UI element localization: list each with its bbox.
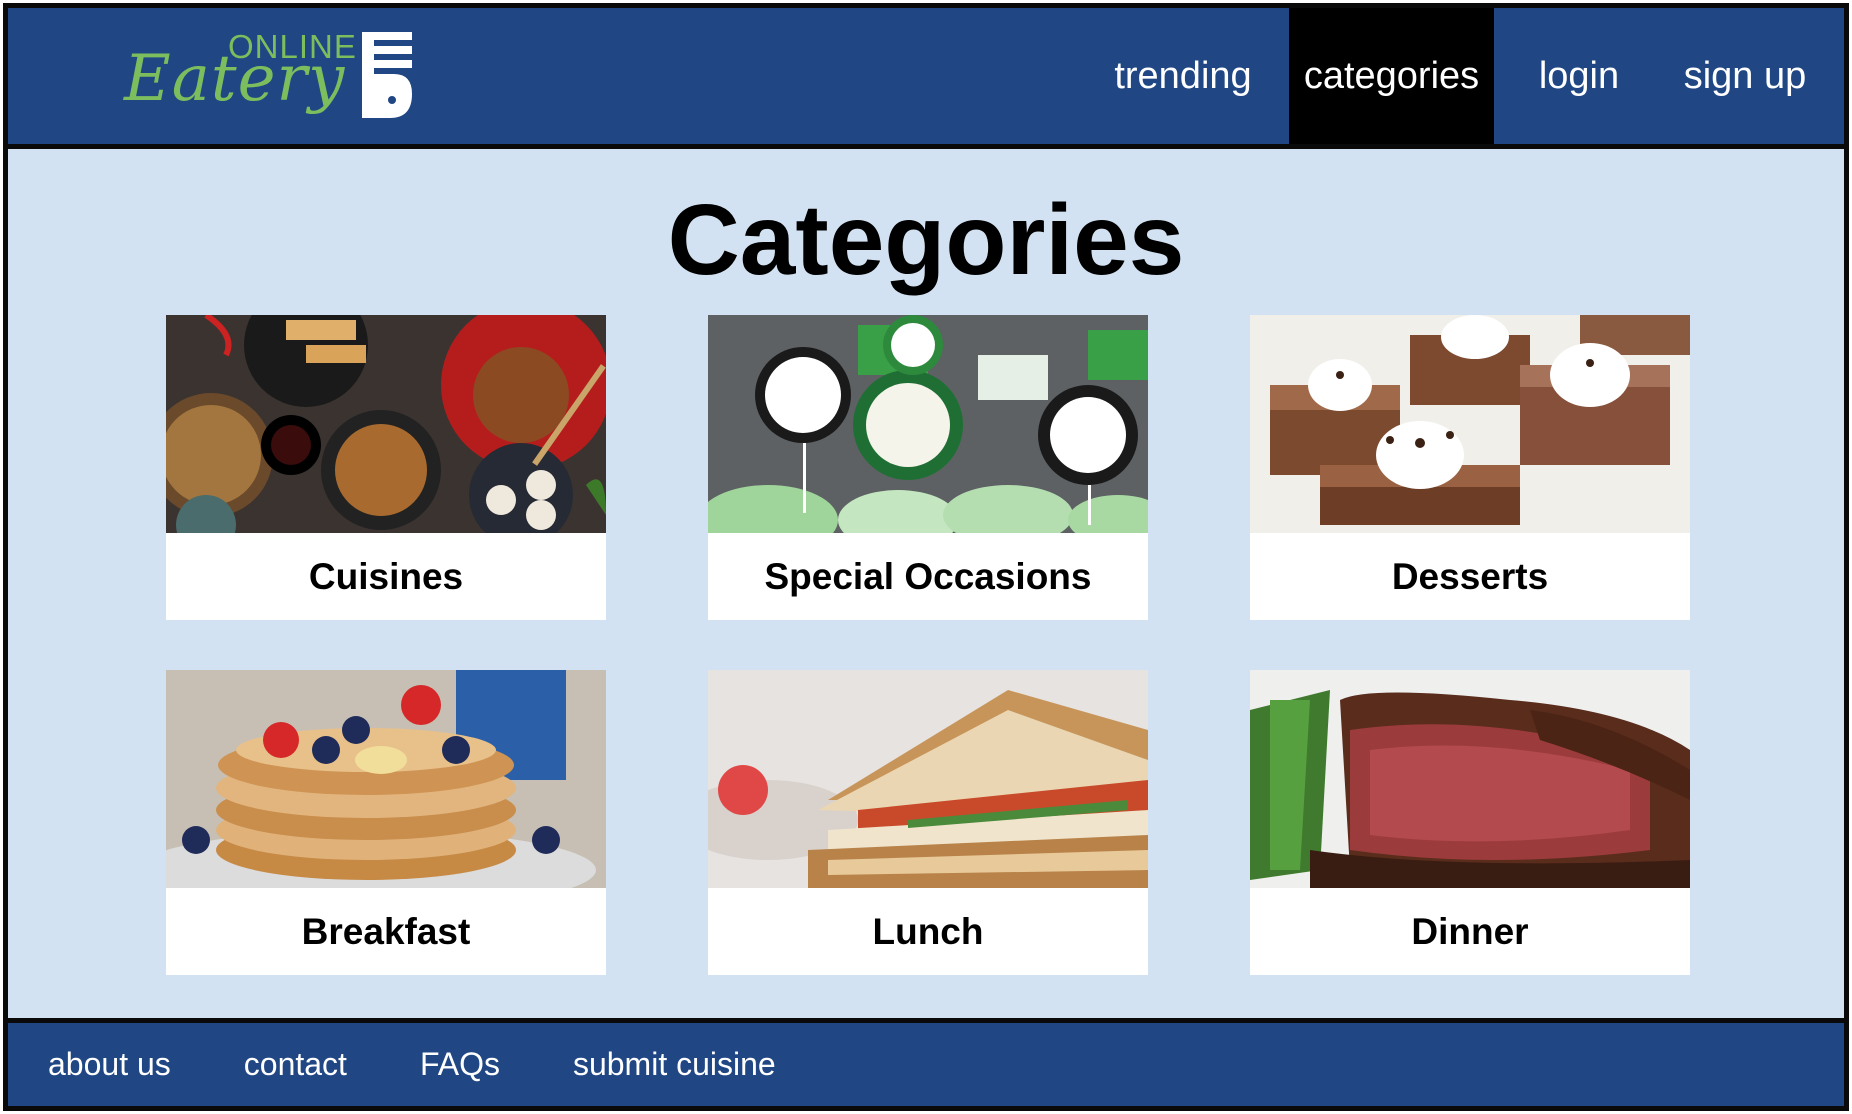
cuisines-image	[166, 315, 606, 533]
main-nav: trending categories login sign up	[1083, 8, 1844, 144]
category-card-dinner[interactable]: Dinner	[1250, 670, 1690, 975]
category-label: Desserts	[1391, 555, 1549, 597]
desserts-image	[1250, 315, 1690, 533]
breakfast-image	[166, 670, 606, 888]
nav-sign-up[interactable]: sign up	[1664, 8, 1826, 144]
category-label: Breakfast	[301, 910, 471, 952]
site-footer: about us contact FAQs submit cuisine	[8, 1018, 1844, 1106]
nav-login[interactable]: login	[1494, 8, 1664, 144]
category-label: Cuisines	[308, 555, 464, 597]
lunch-image	[708, 670, 1148, 888]
page-title: Categories	[667, 184, 1185, 296]
logo-eatery-text: Eatery	[124, 42, 346, 116]
page-frame: ONLINE Eatery trending categories login …	[3, 3, 1849, 1111]
nav-trending[interactable]: trending	[1083, 8, 1283, 144]
footer-link-submit-cuisine[interactable]: submit cuisine	[573, 1046, 776, 1083]
footer-link-about-us[interactable]: about us	[48, 1046, 171, 1083]
category-card-special-occasions[interactable]: Special Occasions	[708, 315, 1148, 620]
category-card-desserts[interactable]: Desserts	[1250, 315, 1690, 620]
category-card-lunch[interactable]: Lunch	[708, 670, 1148, 975]
nav-categories[interactable]: categories	[1289, 8, 1494, 144]
dinner-image	[1250, 670, 1690, 888]
logo-fork-mark-icon	[362, 32, 412, 118]
site-header: ONLINE Eatery trending categories login …	[8, 8, 1844, 149]
category-card-cuisines[interactable]: Cuisines	[166, 315, 606, 620]
footer-link-faqs[interactable]: FAQs	[420, 1046, 500, 1083]
category-label: Dinner	[1411, 910, 1529, 952]
footer-link-contact[interactable]: contact	[244, 1046, 347, 1083]
site-logo[interactable]: ONLINE Eatery	[124, 22, 414, 142]
category-label: Lunch	[872, 910, 984, 952]
special-occasions-image	[708, 315, 1148, 533]
category-label: Special Occasions	[764, 555, 1092, 597]
category-card-breakfast[interactable]: Breakfast	[166, 670, 606, 975]
